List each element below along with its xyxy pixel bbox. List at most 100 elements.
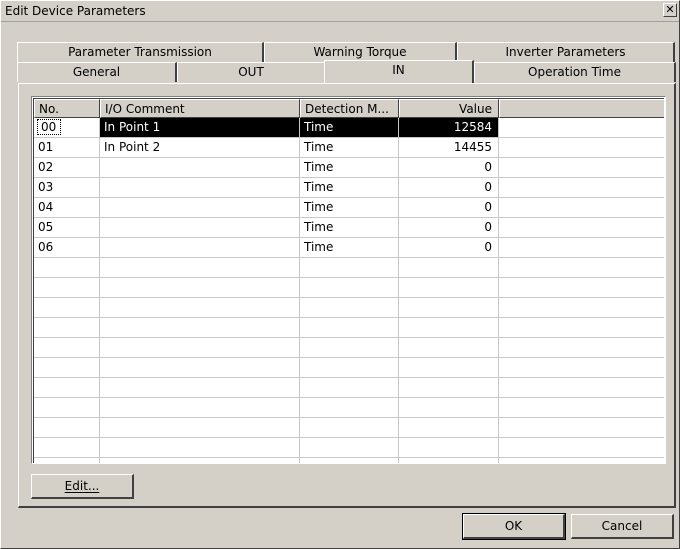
table-row[interactable]: 04 Time 0 [34,198,664,218]
cell-detection-mode[interactable] [300,398,399,418]
cell-value[interactable] [399,418,499,438]
table-row[interactable]: 00 In Point 1 Time 12584 [34,118,664,138]
cell-blank[interactable] [499,338,664,358]
cell-detection-mode[interactable] [300,378,399,398]
column-header-value[interactable]: Value [399,99,499,118]
cell-value[interactable] [399,338,499,358]
cell-detection-mode[interactable] [300,338,399,358]
table-row[interactable] [34,398,664,418]
cell-blank[interactable] [499,178,664,198]
cell-blank[interactable] [499,458,664,463]
cell-no[interactable] [34,418,100,438]
cell-io-comment[interactable] [100,278,300,298]
cell-blank[interactable] [499,418,664,438]
cell-blank[interactable] [499,238,664,258]
cell-io-comment[interactable]: In Point 1 [100,118,300,138]
cell-blank[interactable] [499,258,664,278]
cell-value[interactable] [399,318,499,338]
close-button[interactable]: ✕ [663,3,677,17]
tab-parameter-transmission[interactable]: Parameter Transmission [17,42,264,62]
cell-no[interactable] [34,398,100,418]
cell-no[interactable] [34,378,100,398]
cell-value[interactable]: 0 [399,178,499,198]
cell-value[interactable]: 0 [399,218,499,238]
cell-no[interactable]: 00 [34,118,100,138]
table-row[interactable]: 06 Time 0 [34,238,664,258]
cell-value[interactable]: 12584 [399,118,499,138]
cell-blank[interactable] [499,298,664,318]
cell-io-comment[interactable] [100,378,300,398]
cell-no[interactable] [34,358,100,378]
tab-inverter-parameters[interactable]: Inverter Parameters [457,42,675,62]
column-header-io-comment[interactable]: I/O Comment [100,99,300,118]
cell-blank[interactable] [499,438,664,458]
table-row[interactable] [34,358,664,378]
cell-no[interactable] [34,278,100,298]
table-row[interactable] [34,378,664,398]
cell-no[interactable] [34,258,100,278]
cell-value[interactable] [399,438,499,458]
cell-blank[interactable] [499,358,664,378]
cell-detection-mode[interactable]: Time [300,238,399,258]
cell-value[interactable] [399,458,499,463]
cell-detection-mode[interactable] [300,258,399,278]
tab-in[interactable]: IN [324,60,474,83]
cell-io-comment[interactable] [100,258,300,278]
cell-detection-mode[interactable]: Time [300,138,399,158]
table-row[interactable]: 03 Time 0 [34,178,664,198]
cell-no[interactable]: 05 [34,218,100,238]
cell-detection-mode[interactable]: Time [300,218,399,238]
cell-value[interactable]: 14455 [399,138,499,158]
cell-no[interactable] [34,298,100,318]
cell-blank[interactable] [499,158,664,178]
table-row[interactable] [34,318,664,338]
cell-value[interactable]: 0 [399,158,499,178]
cell-no[interactable]: 01 [34,138,100,158]
cell-blank[interactable] [499,198,664,218]
cell-no[interactable]: 04 [34,198,100,218]
cell-value[interactable]: 0 [399,238,499,258]
cell-detection-mode[interactable] [300,438,399,458]
cell-detection-mode[interactable] [300,318,399,338]
table-row[interactable]: 02 Time 0 [34,158,664,178]
tab-operation-time[interactable]: Operation Time [474,62,676,82]
cell-io-comment[interactable] [100,358,300,378]
cell-blank[interactable] [499,118,664,138]
cell-detection-mode[interactable]: Time [300,178,399,198]
cell-detection-mode[interactable]: Time [300,158,399,178]
table-row[interactable] [34,458,664,463]
tab-general[interactable]: General [17,62,177,82]
cell-io-comment[interactable]: In Point 2 [100,138,300,158]
title-bar[interactable]: Edit Device Parameters ✕ [1,1,679,22]
table-row[interactable] [34,418,664,438]
table-row[interactable] [34,298,664,318]
cell-io-comment[interactable] [100,418,300,438]
cell-blank[interactable] [499,398,664,418]
column-header-detection-mode[interactable]: Detection M... [300,99,399,118]
cell-no[interactable]: 06 [34,238,100,258]
cell-value[interactable] [399,298,499,318]
cell-io-comment[interactable] [100,218,300,238]
table-row[interactable]: 05 Time 0 [34,218,664,238]
table-row[interactable]: 01 In Point 2 Time 14455 [34,138,664,158]
cell-value[interactable] [399,278,499,298]
cell-blank[interactable] [499,218,664,238]
cell-no[interactable]: 02 [34,158,100,178]
cell-blank[interactable] [499,138,664,158]
cell-no[interactable] [34,438,100,458]
cell-io-comment[interactable] [100,338,300,358]
cell-io-comment[interactable] [100,438,300,458]
cell-no[interactable]: 03 [34,178,100,198]
cell-detection-mode[interactable] [300,278,399,298]
cell-io-comment[interactable] [100,458,300,463]
tab-warning-torque[interactable]: Warning Torque [264,42,457,62]
cell-no[interactable] [34,318,100,338]
cell-io-comment[interactable] [100,158,300,178]
cell-detection-mode[interactable] [300,358,399,378]
cell-value[interactable] [399,358,499,378]
cell-detection-mode[interactable]: Time [300,118,399,138]
cell-detection-mode[interactable]: Time [300,198,399,218]
table-row[interactable] [34,278,664,298]
cell-blank[interactable] [499,318,664,338]
cell-io-comment[interactable] [100,178,300,198]
